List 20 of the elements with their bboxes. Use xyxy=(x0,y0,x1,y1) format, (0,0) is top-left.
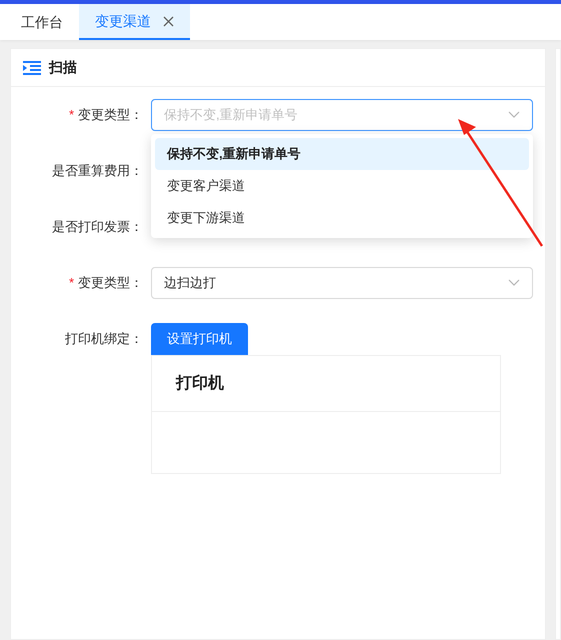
field-label: 是否打印发票： xyxy=(52,218,143,236)
dropdown-option[interactable]: 变更下游渠道 xyxy=(155,202,529,234)
table-header: 打印机 xyxy=(176,374,224,394)
required-mark: * xyxy=(68,274,74,292)
dropdown-option[interactable]: 变更客户渠道 xyxy=(155,170,529,202)
tab[interactable]: 工作台 xyxy=(5,4,79,40)
chevron-down-icon xyxy=(508,111,520,119)
field-label: 是否重算费用： xyxy=(52,162,143,180)
field-label: 打印机绑定： xyxy=(65,330,143,348)
field-label: 变更类型： xyxy=(78,274,143,292)
tab[interactable]: 变更渠道 xyxy=(79,4,190,40)
close-icon[interactable] xyxy=(163,16,174,26)
select-field[interactable]: 边扫边打 xyxy=(151,267,533,299)
indent-icon xyxy=(23,60,41,74)
panel-title: 扫描 xyxy=(49,58,77,77)
field-label: 变更类型： xyxy=(78,106,143,124)
chevron-down-icon xyxy=(508,279,520,287)
dropdown-option[interactable]: 保持不变,重新申请单号 xyxy=(155,138,529,170)
required-mark: * xyxy=(68,106,74,124)
set-printer-button[interactable]: 设置打印机 xyxy=(151,323,248,355)
